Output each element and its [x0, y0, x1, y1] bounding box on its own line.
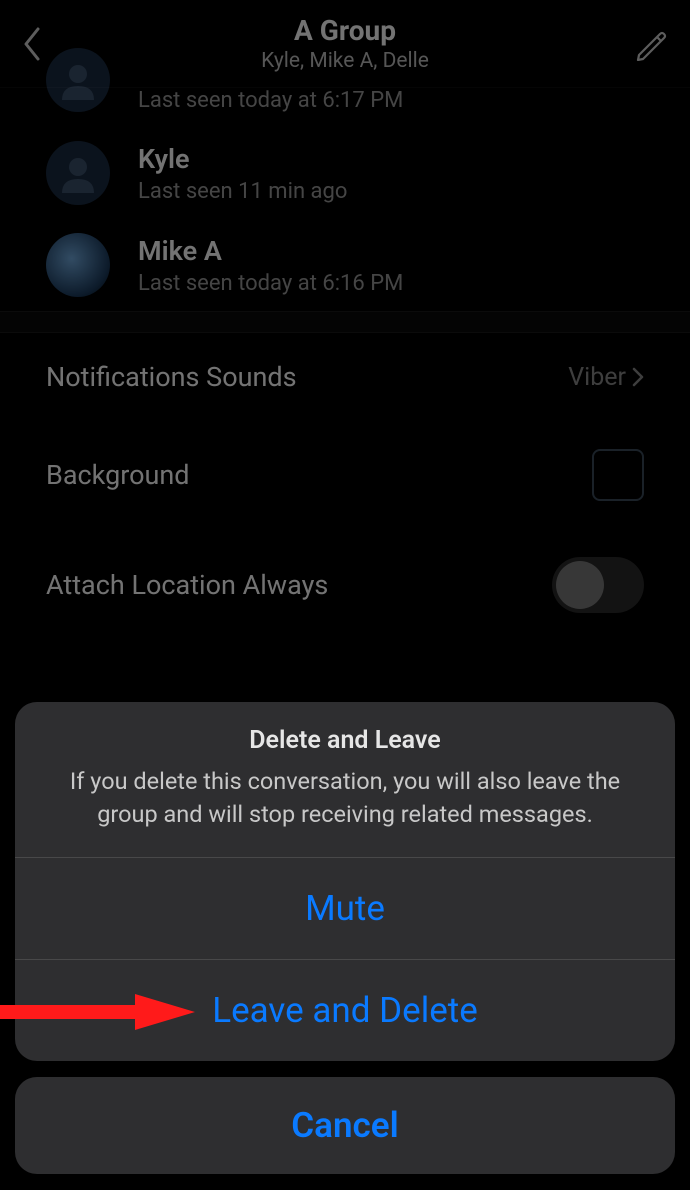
member-row[interactable]: Kyle Last seen 11 min ago [0, 127, 690, 219]
member-status: Last seen today at 6:16 PM [138, 271, 403, 296]
setting-label: Attach Location Always [46, 569, 328, 601]
leave-and-delete-button[interactable]: Leave and Delete [15, 960, 675, 1061]
group-title: A Group [261, 14, 429, 47]
member-row[interactable]: Last seen today at 6:17 PM [0, 88, 690, 127]
mute-button[interactable]: Mute [15, 858, 675, 960]
edit-button[interactable] [630, 24, 670, 64]
chevron-right-icon [632, 367, 644, 387]
member-name: Mike A [138, 235, 403, 267]
notification-sounds-value: Viber [568, 363, 626, 392]
background-row[interactable]: Background [0, 421, 690, 529]
section-divider [0, 311, 690, 333]
background-swatch [592, 449, 644, 501]
member-row[interactable]: Mike A Last seen today at 6:16 PM [0, 219, 690, 311]
member-status: Last seen today at 6:17 PM [138, 88, 403, 113]
cancel-button[interactable]: Cancel [15, 1077, 675, 1174]
avatar [46, 141, 110, 205]
action-sheet-header: Delete and Leave If you delete this conv… [15, 702, 675, 858]
member-status: Last seen 11 min ago [138, 179, 347, 204]
member-name: Kyle [138, 143, 347, 175]
person-icon [58, 153, 98, 193]
action-sheet-message: If you delete this conversation, you wil… [41, 765, 649, 831]
attach-location-toggle[interactable] [552, 557, 644, 613]
settings-list: Notifications Sounds Viber Background At… [0, 333, 690, 641]
action-sheet-title: Delete and Leave [41, 726, 649, 755]
chevron-left-icon [22, 27, 42, 61]
members-list: Last seen today at 6:17 PM Kyle Last see… [0, 88, 690, 311]
setting-value: Viber [568, 363, 644, 392]
back-button[interactable] [12, 24, 52, 64]
setting-label: Notifications Sounds [46, 361, 297, 393]
group-members-summary: Kyle, Mike A, Delle [261, 49, 429, 73]
setting-label: Background [46, 459, 190, 491]
toggle-knob [556, 561, 604, 609]
attach-location-row[interactable]: Attach Location Always [0, 529, 690, 641]
avatar [46, 233, 110, 297]
action-sheet-container: Delete and Leave If you delete this conv… [0, 702, 690, 1190]
pencil-icon [633, 27, 667, 61]
group-header: A Group Kyle, Mike A, Delle [0, 0, 690, 88]
action-sheet: Delete and Leave If you delete this conv… [15, 702, 675, 1061]
notification-sounds-row[interactable]: Notifications Sounds Viber [0, 333, 690, 421]
